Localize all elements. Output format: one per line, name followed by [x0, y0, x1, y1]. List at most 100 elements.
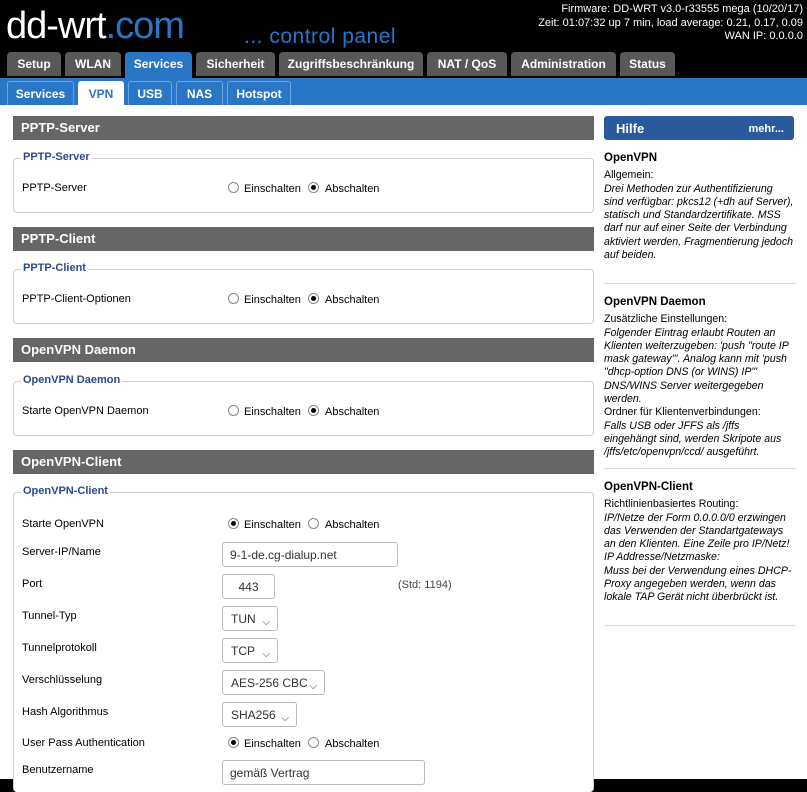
help-client-text: IP/Netze der Form 0.0.0.0/0 erzwingen da…: [604, 511, 790, 551]
help-divider: [604, 283, 796, 284]
tagline: ... control panel: [244, 25, 397, 48]
chevron-down-icon: ⌵: [262, 649, 270, 660]
legend-pptp-server: PPTP-Server: [21, 151, 92, 163]
row-start-openvpn: Starte OpenVPN Einschalten Abschalten: [22, 514, 582, 536]
section-header-pptp-server: PPTP-Server: [13, 116, 594, 140]
port-label: Port: [22, 578, 43, 590]
pptp-client-off-label: Abschalten: [325, 294, 380, 306]
userpass-on-radio[interactable]: [228, 737, 239, 748]
tab-status[interactable]: Status: [620, 52, 675, 76]
ddwrt-logo[interactable]: dd-wrt.com: [6, 5, 185, 47]
pptp-server-off-label: Abschalten: [325, 183, 380, 195]
tab-services[interactable]: Services: [125, 52, 192, 78]
hash-select[interactable]: SHA256 ⌵: [222, 702, 297, 727]
legend-openvpn-client: OpenVPN-Client: [21, 485, 110, 497]
help-daemon-text2: Falls USB oder JFFS als /jffs eingehängt…: [604, 419, 782, 459]
section-header-pptp-client: PPTP-Client: [13, 227, 594, 251]
fieldset-pptp-server: PPTP-Server PPTP-Server Einschalten Absc…: [13, 151, 594, 213]
logo-main: dd-wrt: [6, 5, 107, 47]
subtab-services[interactable]: Services: [7, 81, 74, 105]
fieldset-openvpn-client: OpenVPN-Client Starte OpenVPN Einschalte…: [13, 485, 594, 792]
tunnel-protocol-label: Tunnelprotokoll: [22, 642, 97, 654]
encryption-select[interactable]: AES-256 CBC ⌵: [222, 670, 325, 695]
firmware-text: Firmware: DD-WRT v3.0-r33555 mega (10/20…: [561, 3, 803, 15]
pptp-client-off-radio[interactable]: [308, 293, 319, 304]
userpass-on-label: Einschalten: [244, 738, 301, 750]
chevron-down-icon: ⌵: [262, 617, 270, 628]
uptime-text: Zeit: 01:07:32 up 7 min, load average: 0…: [538, 16, 803, 29]
tunnel-type-select[interactable]: TUN ⌵: [222, 606, 278, 631]
pptp-server-on-label: Einschalten: [244, 183, 301, 195]
hash-value: SHA256: [231, 708, 276, 722]
help-divider: [604, 468, 796, 469]
pptp-client-on-radio[interactable]: [228, 293, 239, 304]
fieldset-pptp-client: PPTP-Client PPTP-Client-Optionen Einscha…: [13, 262, 594, 324]
subtab-nas[interactable]: NAS: [176, 81, 223, 105]
row-port: Port 443 (Std: 1194): [22, 574, 582, 604]
start-openvpn-on-radio[interactable]: [228, 518, 239, 529]
pptp-client-on-label: Einschalten: [244, 294, 301, 306]
help-client-text2: IP Addresse/Netzmaske:: [604, 551, 720, 564]
openvpn-daemon-off-label: Abschalten: [325, 406, 380, 418]
hash-label: Hash Algorithmus: [22, 706, 109, 718]
help-daemon-sub2: Ordner für Klientenverbindungen:: [604, 406, 761, 419]
tunnel-type-label: Tunnel-Typ: [22, 610, 77, 622]
section-header-openvpn-daemon: OpenVPN Daemon: [13, 338, 594, 362]
tunnel-protocol-value: TCP: [231, 644, 255, 658]
header-bar: dd-wrt.com ... control panel Firmware: D…: [0, 0, 807, 52]
legend-openvpn-daemon: OpenVPN Daemon: [21, 374, 123, 386]
start-openvpn-on-label: Einschalten: [244, 519, 301, 531]
pptp-server-off-radio[interactable]: [308, 182, 319, 193]
pptp-server-on-radio[interactable]: [228, 182, 239, 193]
openvpn-daemon-on-label: Einschalten: [244, 406, 301, 418]
main-tab-bar: Setup WLAN Services Sicherheit Zugriffsb…: [0, 52, 807, 78]
userpass-off-label: Abschalten: [325, 738, 380, 750]
port-input[interactable]: 443: [222, 574, 275, 599]
wan-ip-text: WAN IP: 0.0.0.0: [724, 30, 803, 42]
section-header-openvpn-client: OpenVPN-Client: [13, 450, 594, 474]
tab-wlan[interactable]: WLAN: [65, 52, 121, 76]
openvpn-daemon-label: Starte OpenVPN Daemon: [22, 405, 149, 417]
row-userpass-auth: User Pass Authentication Einschalten Abs…: [22, 733, 582, 755]
tab-nat-qos[interactable]: NAT / QoS: [427, 52, 507, 76]
row-server-ip: Server-IP/Name 9-1-de.cg-dialup.net: [22, 542, 582, 572]
legend-pptp-client: PPTP-Client: [21, 262, 88, 274]
help-more-link[interactable]: mehr...: [749, 123, 784, 135]
help-client-text3: Muss bei der Verwendung eines DHCP-Proxy…: [604, 564, 792, 604]
row-username: Benutzername gemäß Vertrag: [22, 760, 582, 790]
subtab-vpn[interactable]: VPN: [78, 81, 124, 105]
help-client-title: OpenVPN-Client: [604, 481, 693, 493]
help-openvpn: OpenVPN Allgemein: Drei Methoden zur Aut…: [604, 152, 794, 262]
subtab-usb[interactable]: USB: [128, 81, 172, 105]
tunnel-protocol-select[interactable]: TCP ⌵: [222, 638, 278, 663]
help-daemon: OpenVPN Daemon Zusätzliche Einstellungen…: [604, 296, 794, 460]
start-openvpn-off-radio[interactable]: [308, 518, 319, 529]
help-openvpn-text: Drei Methoden zur Authentifizierung sind…: [604, 182, 794, 262]
subtab-hotspot[interactable]: Hotspot: [227, 81, 291, 105]
help-title: Hilfe: [616, 121, 645, 136]
row-encryption: Verschlüsselung AES-256 CBC ⌵: [22, 670, 582, 700]
system-info: Firmware: DD-WRT v3.0-r33555 mega (10/20…: [538, 3, 803, 44]
pptp-server-label: PPTP-Server: [22, 182, 87, 194]
tab-setup[interactable]: Setup: [7, 52, 61, 76]
port-default-hint: (Std: 1194): [398, 579, 452, 591]
tab-zugriffsbeschraenkung[interactable]: Zugriffsbeschränkung: [279, 52, 423, 76]
chevron-down-icon: ⌵: [281, 713, 289, 724]
username-input[interactable]: gemäß Vertrag: [222, 760, 425, 785]
fieldset-openvpn-daemon: OpenVPN Daemon Starte OpenVPN Daemon Ein…: [13, 374, 594, 436]
help-daemon-text: Folgender Eintrag erlaubt Routen an Klie…: [604, 326, 789, 406]
sub-tab-bar: Services VPN USB NAS Hotspot: [0, 78, 807, 105]
help-openvpn-sub: Allgemein:: [604, 169, 654, 182]
encryption-label: Verschlüsselung: [22, 674, 103, 686]
server-ip-input[interactable]: 9-1-de.cg-dialup.net: [222, 542, 398, 567]
tab-sicherheit[interactable]: Sicherheit: [196, 52, 275, 76]
userpass-off-radio[interactable]: [308, 737, 319, 748]
tab-administration[interactable]: Administration: [511, 52, 616, 76]
row-hash: Hash Algorithmus SHA256 ⌵: [22, 702, 582, 732]
chevron-down-icon: ⌵: [309, 681, 317, 692]
help-header: Hilfe mehr...: [604, 116, 794, 140]
openvpn-daemon-on-radio[interactable]: [228, 405, 239, 416]
openvpn-daemon-off-radio[interactable]: [308, 405, 319, 416]
help-client-sub: Richtlinienbasiertes Routing:: [604, 498, 739, 511]
userpass-auth-label: User Pass Authentication: [22, 737, 145, 749]
